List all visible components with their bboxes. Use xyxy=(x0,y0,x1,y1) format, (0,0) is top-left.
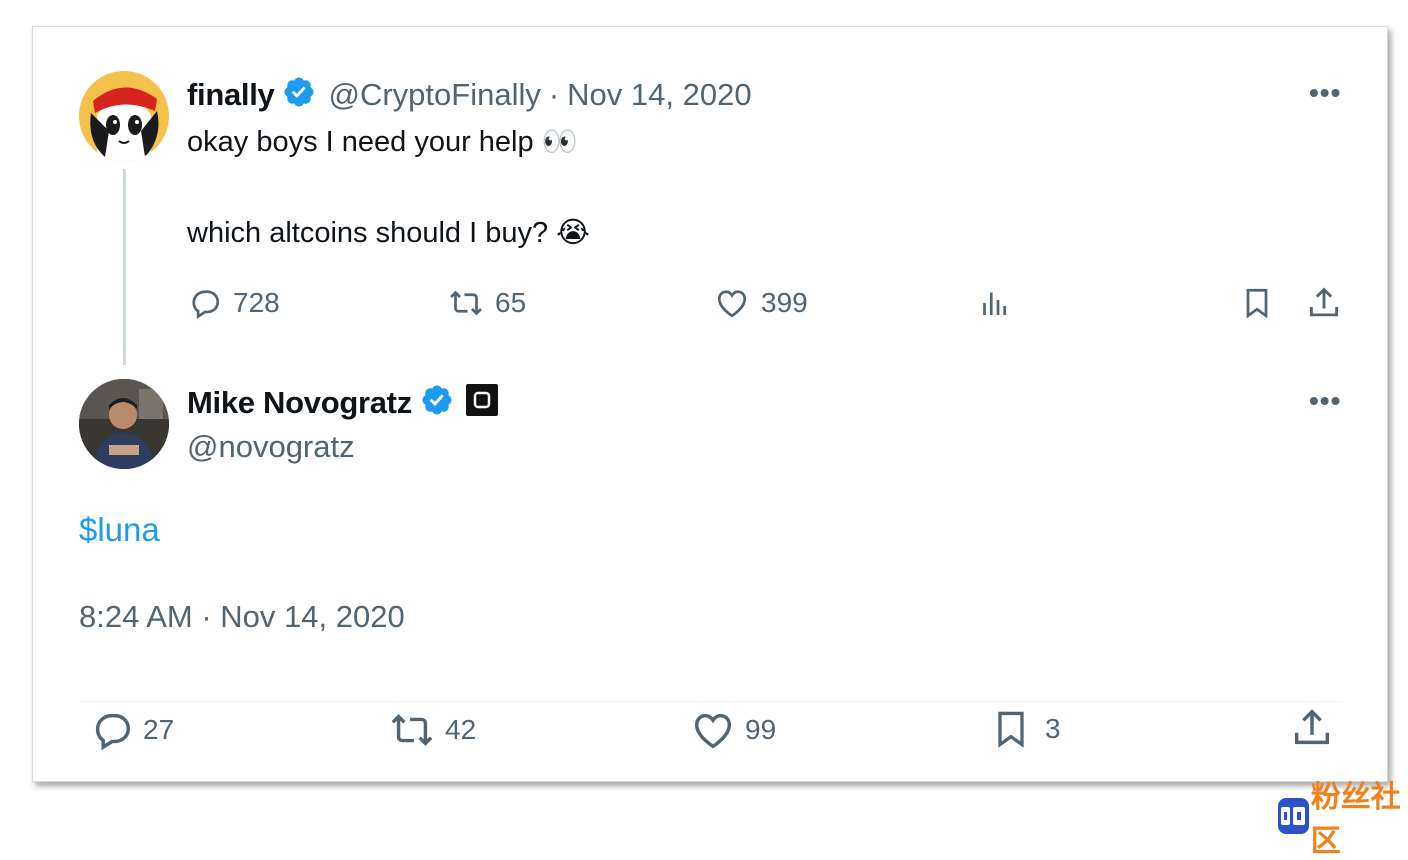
reply-like-button[interactable]: 99 xyxy=(689,707,776,753)
upload-share-icon xyxy=(1289,703,1335,753)
cashtag-link[interactable]: $luna xyxy=(79,511,160,549)
parent-tweet-text-line1: okay boys I need your help 👀 xyxy=(187,126,578,158)
repost-icon xyxy=(387,707,437,753)
heart-icon xyxy=(689,707,737,753)
parent-tweet-header: finally @CryptoFinally · Nov 14, 2020 xyxy=(187,75,752,114)
parent-reply-count: 728 xyxy=(233,287,280,318)
reply-like-count: 99 xyxy=(745,714,777,745)
reply-icon xyxy=(187,285,223,321)
tweet-card: finally @CryptoFinally · Nov 14, 2020 ••… xyxy=(32,26,1388,782)
reply-display-name[interactable]: Mike Novogratz xyxy=(187,385,412,421)
reply-timestamp[interactable]: 8:24 AM · Nov 14, 2020 xyxy=(79,599,405,635)
reply-reply-count: 27 xyxy=(143,714,175,745)
parent-reply-button[interactable]: 728 xyxy=(187,285,280,321)
reply-handle[interactable]: @novogratz xyxy=(187,429,355,465)
heart-icon xyxy=(713,285,751,321)
verified-badge-icon xyxy=(420,383,454,422)
watermark: 粉丝社区 xyxy=(1278,772,1408,860)
novogratz-avatar[interactable] xyxy=(79,379,169,469)
reply-repost-button[interactable]: 42 xyxy=(387,707,476,753)
parent-handle[interactable]: @CryptoFinally xyxy=(328,77,540,113)
bar-chart-icon xyxy=(977,285,1013,321)
parent-repost-button[interactable]: 65 xyxy=(447,285,526,321)
finally-avatar[interactable] xyxy=(79,71,169,161)
reply-more-options-icon[interactable]: ••• xyxy=(1309,385,1341,417)
reply-bookmark-count: 3 xyxy=(1045,713,1061,744)
repost-icon xyxy=(447,285,485,321)
reply-icon xyxy=(89,707,135,753)
watermark-text: 粉丝社区 xyxy=(1310,780,1401,859)
parent-bookmark-button[interactable] xyxy=(1239,283,1275,323)
parent-repost-count: 65 xyxy=(495,287,527,318)
parent-more-options-icon[interactable]: ••• xyxy=(1309,77,1341,109)
reply-tweet-header: Mike Novogratz xyxy=(187,383,498,422)
affiliate-badge-icon[interactable] xyxy=(465,384,498,421)
reply-reply-button[interactable]: 27 xyxy=(89,707,174,753)
divider xyxy=(79,701,1343,702)
bookmark-icon xyxy=(1239,283,1275,323)
thread-connector-line xyxy=(123,169,126,365)
parent-display-name[interactable]: finally xyxy=(187,77,275,113)
watermark-logo-icon xyxy=(1278,798,1309,834)
reply-share-button[interactable] xyxy=(1289,703,1335,753)
reply-repost-count: 42 xyxy=(445,714,477,745)
parent-like-count: 399 xyxy=(761,287,808,318)
parent-views-button[interactable] xyxy=(977,285,1013,321)
parent-date[interactable]: Nov 14, 2020 xyxy=(567,77,751,113)
parent-tweet-text-line2: which altcoins should I buy? 😭 xyxy=(187,217,591,249)
parent-share-button[interactable] xyxy=(1305,283,1343,323)
verified-badge-icon xyxy=(282,75,316,114)
reply-bookmark-button[interactable]: 3 xyxy=(989,703,1061,755)
header-separator: · xyxy=(548,76,560,112)
upload-share-icon xyxy=(1305,283,1343,323)
bookmark-icon xyxy=(989,703,1033,755)
parent-like-button[interactable]: 399 xyxy=(713,285,808,321)
